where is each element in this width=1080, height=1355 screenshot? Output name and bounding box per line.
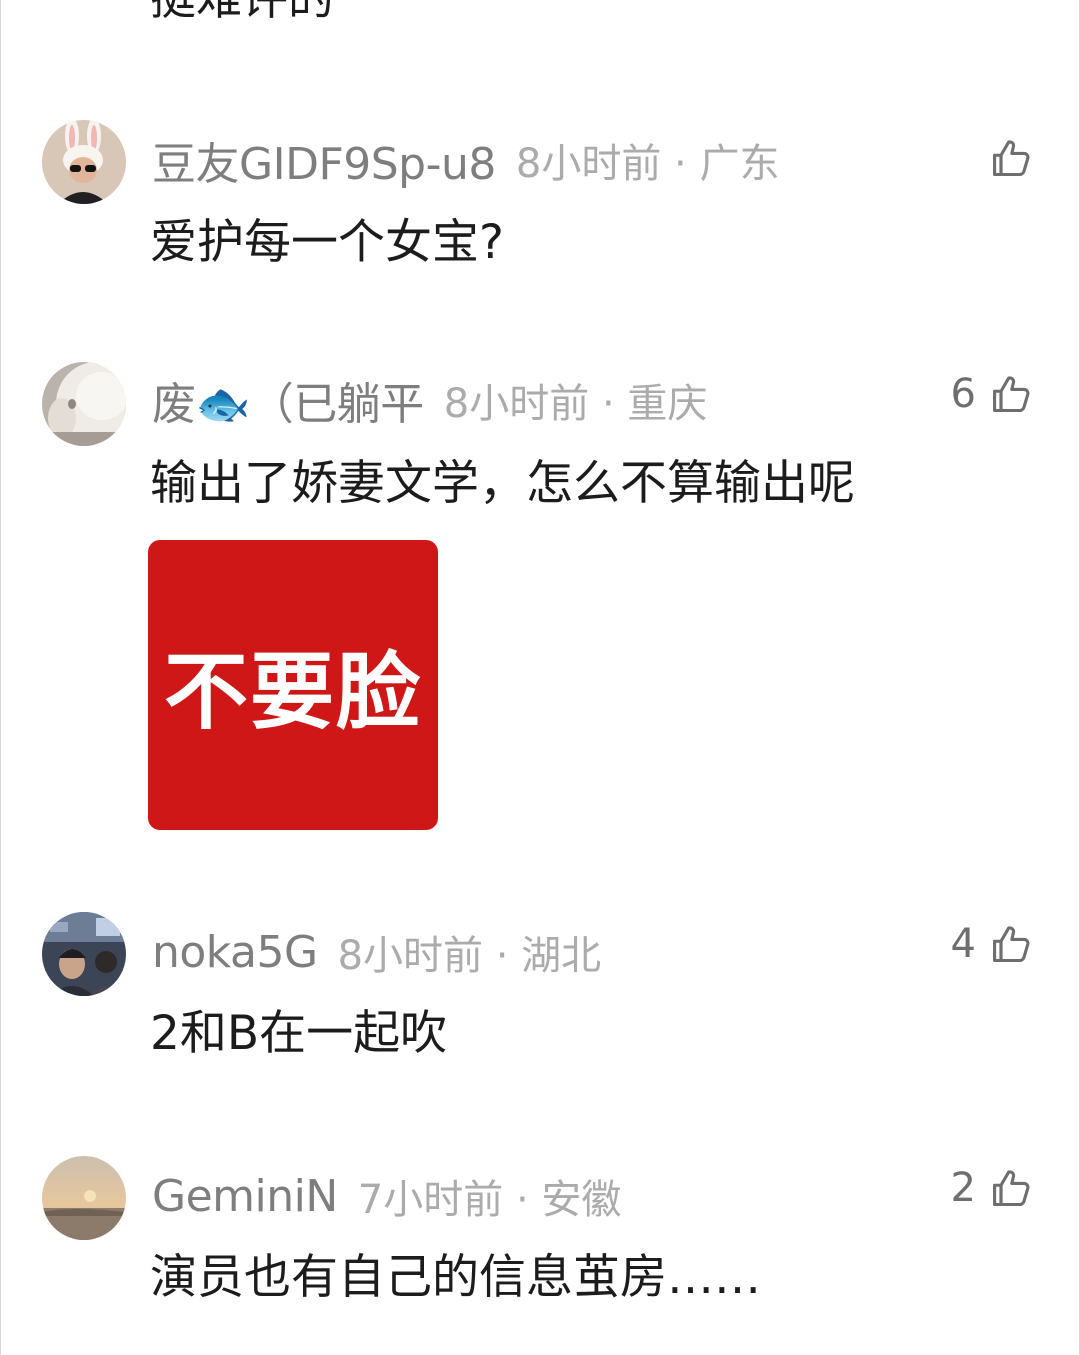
comment-text: 爱护每一个女宝? xyxy=(150,215,504,270)
sticker-image[interactable]: 不要脸 xyxy=(148,540,438,830)
time-location: 7小时前 · 安徽 xyxy=(357,1177,622,1223)
username[interactable]: noka5G xyxy=(152,927,318,978)
avatar[interactable] xyxy=(42,912,126,996)
thumbs-up-icon xyxy=(993,376,1030,413)
thumbs-up-icon xyxy=(993,140,1030,177)
like-button[interactable]: 2 xyxy=(951,1158,1034,1218)
like-count: 2 xyxy=(950,1165,976,1211)
comment-meta: GeminiN 7小时前 · 安徽 xyxy=(152,1166,621,1226)
time-location: 8小时前 · 广东 xyxy=(515,141,780,187)
avatar[interactable] xyxy=(42,120,126,204)
username[interactable]: 废🐟（已躺平 xyxy=(152,368,424,432)
like-button[interactable] xyxy=(976,128,1034,188)
thumbs-up-icon xyxy=(993,1170,1030,1207)
username[interactable]: GeminiN xyxy=(152,1171,338,1222)
time-location: 8小时前 · 重庆 xyxy=(443,381,708,427)
avatar-bunny-ears-sunglasses-icon xyxy=(42,120,126,204)
comment-meta: 豆友GIDF9Sp-u8 8小时前 · 广东 xyxy=(152,130,779,190)
avatar-crowd-photo-icon xyxy=(42,912,126,996)
comment-meta: 废🐟（已躺平 8小时前 · 重庆 xyxy=(152,370,707,430)
comment-text: 2和B在一起吹 xyxy=(150,1006,448,1061)
like-button[interactable]: 4 xyxy=(951,914,1034,974)
like-button[interactable]: 6 xyxy=(951,364,1034,424)
username[interactable]: 豆友GIDF9Sp-u8 xyxy=(152,128,496,192)
comment-meta: noka5G 8小时前 · 湖北 xyxy=(152,922,601,982)
like-count: 4 xyxy=(950,921,976,967)
comment-text: 输出了娇妻文学，怎么不算输出呢 xyxy=(150,456,855,511)
sticker-text: 不要脸 xyxy=(163,642,422,741)
previous-comment-text: 挺难评的 xyxy=(150,0,334,28)
avatar-sunset-photo-icon xyxy=(42,1156,126,1240)
time-location: 8小时前 · 湖北 xyxy=(337,933,602,979)
comment-text: 演员也有自己的信息茧房…… xyxy=(150,1250,761,1305)
thumbs-up-icon xyxy=(993,926,1030,963)
avatar[interactable] xyxy=(42,1156,126,1240)
avatar[interactable] xyxy=(42,362,126,446)
left-border xyxy=(0,0,1,1355)
avatar-white-plush-icon xyxy=(42,362,126,446)
like-count: 6 xyxy=(950,371,976,417)
